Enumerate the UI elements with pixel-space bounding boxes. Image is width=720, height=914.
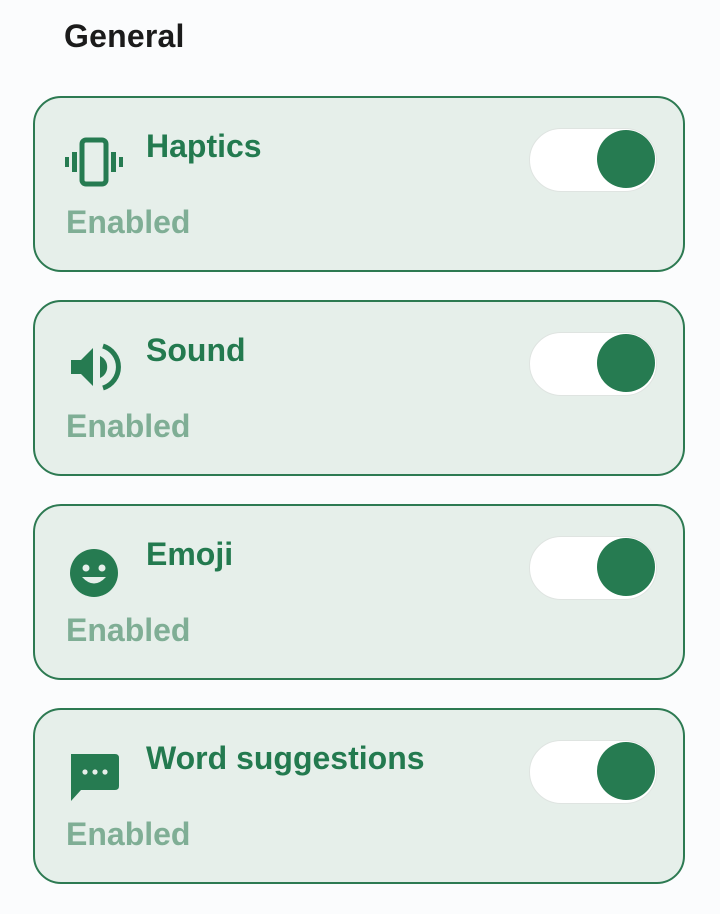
word-suggestions-toggle[interactable] (529, 740, 657, 804)
vibration-icon (65, 134, 123, 192)
toggle-knob (597, 334, 655, 392)
setting-status-word-suggestions: Enabled (66, 816, 191, 852)
volume-icon (65, 338, 123, 396)
setting-status-emoji: Enabled (66, 612, 191, 648)
setting-card-emoji[interactable]: Emoji Enabled (33, 504, 685, 680)
setting-title-haptics: Haptics (146, 128, 262, 164)
chat-bubble-icon (65, 746, 123, 804)
toggle-knob (597, 130, 655, 188)
toggle-knob (597, 742, 655, 800)
setting-card-sound[interactable]: Sound Enabled (33, 300, 685, 476)
setting-card-haptics[interactable]: Haptics Enabled (33, 96, 685, 272)
section-title: General (64, 18, 185, 54)
setting-status-haptics: Enabled (66, 204, 191, 240)
emoji-icon (65, 542, 123, 600)
haptics-toggle[interactable] (529, 128, 657, 192)
setting-title-sound: Sound (146, 332, 246, 368)
toggle-knob (597, 538, 655, 596)
emoji-toggle[interactable] (529, 536, 657, 600)
setting-title-emoji: Emoji (146, 536, 234, 572)
sound-toggle[interactable] (529, 332, 657, 396)
setting-title-word-suggestions: Word suggestions (146, 740, 425, 776)
setting-card-word-suggestions[interactable]: Word suggestions Enabled (33, 708, 685, 884)
setting-status-sound: Enabled (66, 408, 191, 444)
